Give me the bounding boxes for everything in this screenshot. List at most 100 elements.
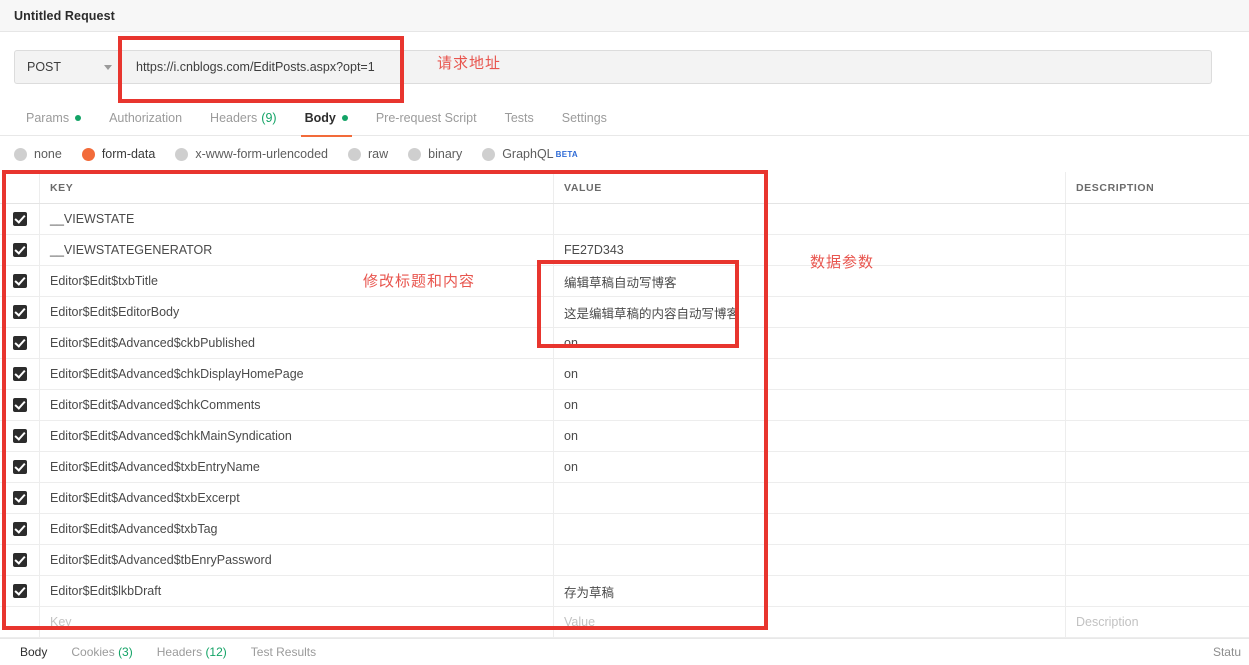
- row-value-input[interactable]: [554, 514, 1066, 544]
- response-tabs-bar: Body Cookies (3) Headers (12) Test Resul…: [0, 638, 1249, 665]
- row-value-input[interactable]: on: [554, 328, 1066, 358]
- tab-pre-request-script[interactable]: Pre-request Script: [362, 101, 491, 136]
- tab-params[interactable]: Params: [12, 101, 95, 136]
- row-checkbox[interactable]: [0, 359, 40, 389]
- tab-tests[interactable]: Tests: [491, 101, 548, 136]
- response-tab-body[interactable]: Body: [8, 645, 59, 659]
- body-type-raw[interactable]: raw: [348, 147, 388, 161]
- url-input[interactable]: https://i.cnblogs.com/EditPosts.aspx?opt…: [122, 50, 1212, 84]
- row-description-input[interactable]: [1066, 545, 1249, 575]
- tab-authorization[interactable]: Authorization: [95, 101, 196, 136]
- row-key-input[interactable]: Editor$Edit$Advanced$chkDisplayHomePage: [40, 359, 554, 389]
- table-row[interactable]: Editor$Edit$Advanced$chkMainSyndication o…: [0, 421, 1249, 452]
- body-type-radio-group: none form-data x-www-form-urlencoded raw…: [0, 137, 1249, 171]
- body-type-x-www-form-urlencoded-label: x-www-form-urlencoded: [195, 147, 328, 161]
- row-value-input[interactable]: on: [554, 390, 1066, 420]
- column-header-value: VALUE: [554, 172, 1066, 203]
- select-all-cell[interactable]: [0, 172, 40, 203]
- row-description-input[interactable]: [1066, 235, 1249, 265]
- table-row[interactable]: Editor$Edit$Advanced$chkComments on: [0, 390, 1249, 421]
- body-type-form-data[interactable]: form-data: [81, 147, 155, 161]
- row-description-input[interactable]: [1066, 421, 1249, 451]
- checkbox-checked-icon: [12, 398, 27, 412]
- row-checkbox[interactable]: [0, 452, 40, 482]
- row-value-text: on: [564, 398, 578, 412]
- new-row-value-input[interactable]: Value: [554, 607, 1066, 637]
- new-row-key-input[interactable]: Key: [40, 607, 554, 637]
- row-description-input[interactable]: [1066, 483, 1249, 513]
- row-key-input[interactable]: Editor$Edit$Advanced$ckbPublished: [40, 328, 554, 358]
- row-value-input[interactable]: [554, 483, 1066, 513]
- row-key-input[interactable]: Editor$Edit$Advanced$txbTag: [40, 514, 554, 544]
- row-value-input[interactable]: 这是编辑草稿的内容自动写博客: [554, 297, 1066, 327]
- row-key-input[interactable]: __VIEWSTATEGENERATOR: [40, 235, 554, 265]
- tab-headers[interactable]: Headers (9): [196, 101, 291, 136]
- row-value-input[interactable]: on: [554, 421, 1066, 451]
- row-description-input[interactable]: [1066, 204, 1249, 234]
- checkbox-checked-icon: [12, 212, 27, 226]
- row-checkbox[interactable]: [0, 266, 40, 296]
- row-description-input[interactable]: [1066, 328, 1249, 358]
- row-key-input[interactable]: Editor$Edit$lkbDraft: [40, 576, 554, 606]
- tab-body[interactable]: Body: [291, 101, 362, 137]
- row-value-input[interactable]: 存为草稿: [554, 576, 1066, 606]
- row-value-input[interactable]: [554, 204, 1066, 234]
- row-key-input[interactable]: Editor$Edit$txbTitle: [40, 266, 554, 296]
- row-value-input[interactable]: on: [554, 359, 1066, 389]
- table-row[interactable]: Editor$Edit$lkbDraft 存为草稿: [0, 576, 1249, 607]
- row-checkbox[interactable]: [0, 421, 40, 451]
- row-description-input[interactable]: [1066, 514, 1249, 544]
- http-method-select[interactable]: POST: [14, 50, 122, 84]
- row-checkbox[interactable]: [0, 235, 40, 265]
- table-row[interactable]: Editor$Edit$Advanced$ckbPublished on: [0, 328, 1249, 359]
- row-key-input[interactable]: Editor$Edit$Advanced$txbEntryName: [40, 452, 554, 482]
- body-type-none[interactable]: none: [14, 147, 62, 161]
- response-tab-cookies[interactable]: Cookies (3): [59, 645, 144, 659]
- row-description-input[interactable]: [1066, 390, 1249, 420]
- table-row[interactable]: Editor$Edit$Advanced$tbEnryPassword: [0, 545, 1249, 576]
- table-row[interactable]: Editor$Edit$Advanced$chkDisplayHomePage o…: [0, 359, 1249, 390]
- body-type-graphql-label: GraphQL: [502, 147, 554, 161]
- row-description-input[interactable]: [1066, 452, 1249, 482]
- table-row[interactable]: Editor$Edit$EditorBody 这是编辑草稿的内容自动写博客: [0, 297, 1249, 328]
- params-modified-dot-icon: [75, 115, 82, 121]
- row-checkbox[interactable]: [0, 576, 40, 606]
- row-description-input[interactable]: [1066, 359, 1249, 389]
- row-key-input[interactable]: Editor$Edit$Advanced$chkComments: [40, 390, 554, 420]
- row-value-input[interactable]: on: [554, 452, 1066, 482]
- row-key-input[interactable]: Editor$Edit$Advanced$chkMainSyndication: [40, 421, 554, 451]
- response-tab-test-results[interactable]: Test Results: [239, 645, 328, 659]
- row-checkbox[interactable]: [0, 514, 40, 544]
- table-row[interactable]: __VIEWSTATEGENERATOR FE27D343: [0, 235, 1249, 266]
- table-row[interactable]: __VIEWSTATE: [0, 204, 1249, 235]
- table-row[interactable]: Editor$Edit$txbTitle 编辑草稿自动写博客: [0, 266, 1249, 297]
- row-description-input[interactable]: [1066, 297, 1249, 327]
- table-row[interactable]: Editor$Edit$Advanced$txbTag: [0, 514, 1249, 545]
- row-key-input[interactable]: Editor$Edit$Advanced$txbExcerpt: [40, 483, 554, 513]
- row-key-input[interactable]: Editor$Edit$Advanced$tbEnryPassword: [40, 545, 554, 575]
- row-description-input[interactable]: [1066, 576, 1249, 606]
- chevron-down-icon: [104, 64, 112, 70]
- row-checkbox[interactable]: [0, 297, 40, 327]
- row-value-input[interactable]: [554, 545, 1066, 575]
- row-description-input[interactable]: [1066, 266, 1249, 296]
- row-checkbox[interactable]: [0, 204, 40, 234]
- checkbox-checked-icon: [12, 429, 27, 443]
- body-type-graphql[interactable]: GraphQL BETA: [482, 147, 578, 161]
- row-key-text: Editor$Edit$Advanced$chkDisplayHomePage: [50, 367, 304, 381]
- table-row[interactable]: Editor$Edit$Advanced$txbExcerpt: [0, 483, 1249, 514]
- row-key-input[interactable]: Editor$Edit$EditorBody: [40, 297, 554, 327]
- response-tab-cookies-count: (3): [118, 645, 133, 659]
- body-type-x-www-form-urlencoded[interactable]: x-www-form-urlencoded: [175, 147, 328, 161]
- row-checkbox[interactable]: [0, 390, 40, 420]
- row-checkbox[interactable]: [0, 483, 40, 513]
- row-key-input[interactable]: __VIEWSTATE: [40, 204, 554, 234]
- row-checkbox[interactable]: [0, 328, 40, 358]
- tab-settings[interactable]: Settings: [548, 101, 621, 136]
- row-checkbox[interactable]: [0, 545, 40, 575]
- new-row-description-input[interactable]: Description: [1066, 607, 1249, 637]
- body-type-binary[interactable]: binary: [408, 147, 462, 161]
- response-tab-headers[interactable]: Headers (12): [145, 645, 239, 659]
- table-new-row[interactable]: Key Value Description: [0, 607, 1249, 638]
- table-row[interactable]: Editor$Edit$Advanced$txbEntryName on: [0, 452, 1249, 483]
